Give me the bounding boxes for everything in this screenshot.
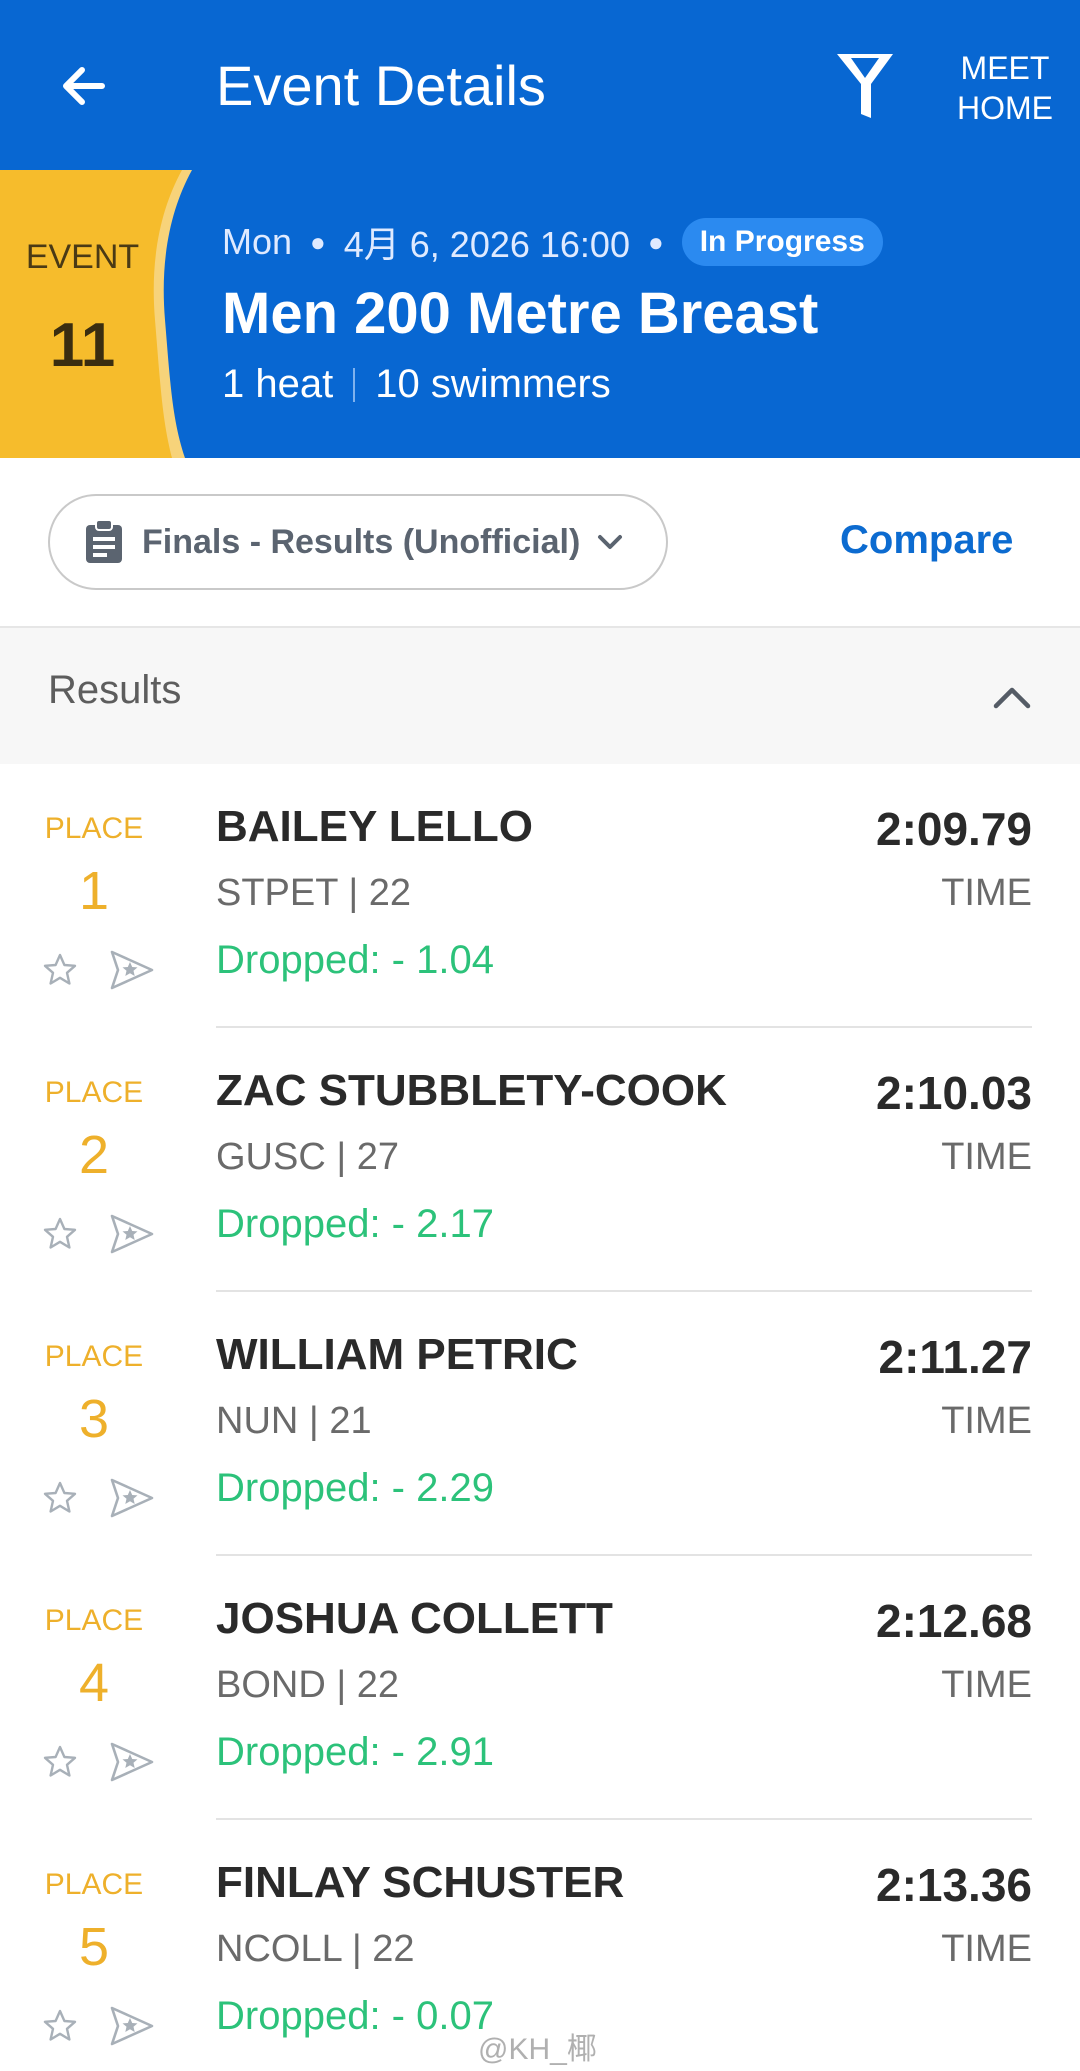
round-select-label: Finals - Results (Unofficial)	[142, 522, 581, 561]
team-age: STPET | 22	[216, 872, 412, 914]
time-dropped: Dropped: - 2.91	[216, 1730, 494, 1774]
time-dropped: Dropped: - 2.17	[216, 1202, 494, 1246]
results-title: Results	[48, 668, 182, 712]
place-label: PLACE	[44, 1076, 144, 1109]
star-outline-icon	[43, 953, 77, 985]
event-number-badge: EVENT 11	[0, 170, 200, 458]
share-arrow-star-icon	[110, 2006, 154, 2046]
favorite-button[interactable]	[42, 1480, 78, 1516]
team-age: GUSC | 27	[216, 1136, 400, 1178]
compare-link[interactable]: Compare	[840, 518, 1013, 563]
event-datetime: 4月 6, 2026 16:00	[343, 224, 630, 265]
swimmer-name: ZAC STUBBLETY-COOK	[216, 1066, 727, 1115]
time-dropped: Dropped: - 1.04	[216, 938, 494, 982]
favorite-button[interactable]	[42, 2008, 78, 2044]
event-summary: 1 heat 10 swimmers	[222, 362, 611, 407]
star-outline-icon	[43, 1745, 77, 1777]
swimmer-name: BAILEY LELLO	[216, 802, 533, 851]
time-label: TIME	[941, 1664, 1032, 1706]
app-bar: Event Details MEET HOME	[0, 0, 1080, 170]
place-label: PLACE	[44, 812, 144, 845]
round-filter-row: Finals - Results (Unofficial) Compare	[0, 458, 1080, 628]
share-arrow-star-icon	[110, 1478, 154, 1518]
separator-dot: ●	[647, 226, 664, 257]
swimmer-count: 10 swimmers	[375, 362, 611, 406]
event-header: EVENT 11 Mon ● 4月 6, 2026 16:00 ● In Pro…	[0, 170, 1080, 458]
share-button[interactable]	[108, 1476, 156, 1520]
star-outline-icon	[43, 2009, 77, 2041]
time-label: TIME	[941, 872, 1032, 914]
time-dropped: Dropped: - 0.07	[216, 1994, 494, 2038]
arrow-left-icon	[63, 67, 105, 105]
final-time: 2:12.68	[875, 1595, 1032, 1647]
event-day: Mon	[222, 221, 293, 262]
final-time: 2:09.79	[875, 803, 1032, 855]
time-label: TIME	[941, 1136, 1032, 1178]
place-label: PLACE	[44, 1604, 144, 1637]
final-time: 2:13.36	[875, 1859, 1032, 1911]
favorite-button[interactable]	[42, 952, 78, 988]
swimmer-name: JOSHUA COLLETT	[216, 1594, 613, 1643]
share-arrow-star-icon	[110, 1742, 154, 1782]
meet-home-button[interactable]: MEET HOME	[940, 48, 1070, 128]
result-row[interactable]: PLACE 3 WILLIAM PETRIC NUN | 21 Dropped:…	[0, 1292, 1080, 1556]
favorite-button[interactable]	[42, 1744, 78, 1780]
event-name: Men 200 Metre Breast	[222, 281, 819, 346]
filter-funnel-icon	[837, 54, 893, 118]
place-number: 2	[78, 1125, 110, 1185]
results-list: PLACE 1 BAILEY LELLO STPET | 22 Dropped:…	[0, 764, 1080, 2071]
status-badge: In Progress	[681, 218, 883, 266]
result-row[interactable]: PLACE 2 ZAC STUBBLETY-COOK GUSC | 27 Dro…	[0, 1028, 1080, 1292]
collapse-button[interactable]	[982, 668, 1042, 728]
share-button[interactable]	[108, 948, 156, 992]
place-number: 5	[78, 1917, 110, 1977]
swimmer-name: WILLIAM PETRIC	[216, 1330, 578, 1379]
team-age: NCOLL | 22	[216, 1928, 415, 1970]
swimmer-name: FINLAY SCHUSTER	[216, 1858, 625, 1907]
team-age: BOND | 22	[216, 1664, 400, 1706]
favorite-button[interactable]	[42, 1216, 78, 1252]
team-age: NUN | 21	[216, 1400, 372, 1442]
time-label: TIME	[941, 1928, 1032, 1970]
result-row[interactable]: PLACE 1 BAILEY LELLO STPET | 22 Dropped:…	[0, 764, 1080, 1028]
page-title: Event Details	[216, 54, 546, 117]
share-button[interactable]	[108, 1740, 156, 1784]
divider	[353, 367, 356, 402]
clipboard-icon	[84, 519, 124, 565]
chevron-up-icon	[993, 687, 1031, 709]
place-label: PLACE	[44, 1868, 144, 1901]
share-button[interactable]	[108, 1212, 156, 1256]
heat-count: 1 heat	[222, 362, 334, 406]
chevron-down-icon	[594, 526, 626, 558]
event-label: EVENT	[25, 238, 140, 276]
watermark: @KH_椰	[478, 2033, 597, 2066]
event-number: 11	[49, 311, 116, 380]
back-button[interactable]	[48, 50, 120, 122]
filter-button[interactable]	[830, 46, 900, 126]
time-label: TIME	[941, 1400, 1032, 1442]
star-outline-icon	[43, 1217, 77, 1249]
separator-dot: ●	[310, 226, 326, 257]
star-outline-icon	[43, 1481, 77, 1513]
result-row[interactable]: PLACE 4 JOSHUA COLLETT BOND | 22 Dropped…	[0, 1556, 1080, 1820]
share-arrow-star-icon	[110, 950, 154, 990]
event-meta: Mon ● 4月 6, 2026 16:00 ● In Progress	[222, 216, 883, 268]
time-dropped: Dropped: - 2.29	[216, 1466, 494, 1510]
share-arrow-star-icon	[110, 1214, 154, 1254]
place-number: 3	[78, 1389, 110, 1449]
share-button[interactable]	[108, 2004, 156, 2048]
results-section-header[interactable]: Results	[0, 628, 1080, 764]
place-label: PLACE	[44, 1340, 144, 1373]
place-number: 1	[78, 861, 110, 921]
place-number: 4	[78, 1653, 110, 1713]
final-time: 2:10.03	[875, 1067, 1032, 1119]
round-select[interactable]: Finals - Results (Unofficial)	[48, 494, 668, 590]
final-time: 2:11.27	[878, 1331, 1032, 1383]
